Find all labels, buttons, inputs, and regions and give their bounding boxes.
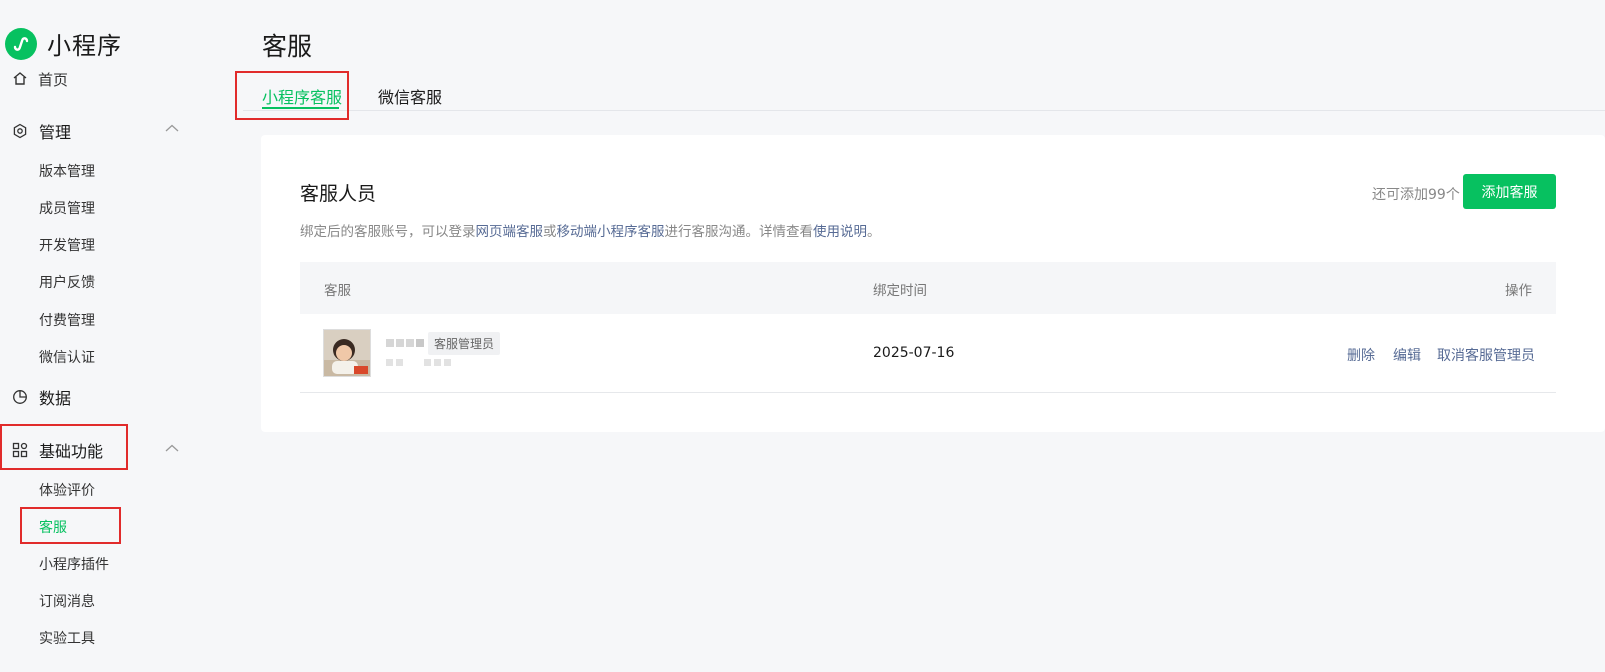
sidebar-group-manage[interactable]: 管理 <box>12 119 71 143</box>
avatar <box>323 329 371 377</box>
desc-text: 进行客服沟通。详情查看 <box>664 224 814 240</box>
bind-time-value: 2025-07-16 <box>873 345 955 361</box>
column-header-bind-time: 绑定时间 <box>873 283 927 299</box>
sidebar-item-members[interactable]: 成员管理 <box>39 198 95 218</box>
agent-id-redacted <box>386 359 451 366</box>
sidebar-item-dev[interactable]: 开发管理 <box>39 235 95 255</box>
mobile-service-link[interactable]: 移动端小程序客服 <box>557 224 665 240</box>
mini-program-logo-icon <box>5 27 37 60</box>
chevron-up-icon[interactable] <box>165 124 179 132</box>
revoke-admin-link[interactable]: 取消客服管理员 <box>1437 345 1535 365</box>
desc-text: 。 <box>867 224 881 240</box>
page-title: 客服 <box>262 32 313 61</box>
app-name: 小程序 <box>47 32 122 60</box>
pie-chart-icon <box>13 390 27 404</box>
section-title: 客服人员 <box>300 183 377 205</box>
settings-hexagon-icon <box>13 123 27 139</box>
web-service-link[interactable]: 网页端客服 <box>476 224 544 240</box>
sidebar-item-customer-service[interactable]: 客服 <box>39 517 67 537</box>
delete-link[interactable]: 删除 <box>1347 345 1375 365</box>
sidebar-item-data[interactable]: 数据 <box>12 385 71 409</box>
sidebar-item-experience[interactable]: 体验评价 <box>39 480 95 500</box>
sidebar-group-basic[interactable]: 基础功能 <box>12 438 103 462</box>
role-badge: 客服管理员 <box>428 332 501 355</box>
home-icon <box>13 72 27 85</box>
sidebar-item-version[interactable]: 版本管理 <box>39 161 95 181</box>
sidebar-item-feedback[interactable]: 用户反馈 <box>39 272 95 292</box>
grid-apps-icon <box>12 442 28 458</box>
sidebar-item-label: 首页 <box>38 71 69 89</box>
remaining-quota: 还可添加99个 <box>1372 187 1460 203</box>
tab-divider <box>243 110 1605 111</box>
sidebar-item-certification[interactable]: 微信认证 <box>39 347 95 367</box>
app-logo[interactable]: 小程序 <box>5 26 122 61</box>
sidebar-item-home[interactable]: 首页 <box>12 68 68 90</box>
section-description: 绑定后的客服账号，可以登录网页端客服或移动端小程序客服进行客服沟通。详情查看使用… <box>300 220 881 240</box>
sidebar-item-payment[interactable]: 付费管理 <box>39 310 95 330</box>
sidebar-item-label: 数据 <box>39 389 72 408</box>
usage-guide-link[interactable]: 使用说明 <box>813 224 867 240</box>
tab-mini-program-service[interactable]: 小程序客服 <box>262 84 342 108</box>
service-staff-card: 客服人员 绑定后的客服账号，可以登录网页端客服或移动端小程序客服进行客服沟通。详… <box>261 135 1605 432</box>
sidebar-item-experiments[interactable]: 实验工具 <box>39 628 95 648</box>
sidebar-item-plugins[interactable]: 小程序插件 <box>39 554 109 574</box>
desc-text: 或 <box>543 224 557 240</box>
column-header-actions: 操作 <box>1505 283 1532 299</box>
agent-name-redacted <box>386 339 424 347</box>
tab-wechat-service[interactable]: 微信客服 <box>378 84 442 108</box>
sidebar: 小程序 首页 管理 版本管理 成员管理 开发管理 用户反馈 付费管理 微信认证 … <box>0 0 200 672</box>
sidebar-item-subscriptions[interactable]: 订阅消息 <box>39 591 95 611</box>
table-row: 客服管理员 2025-07-16 删除 编辑 取消客服管理员 <box>300 314 1556 393</box>
edit-link[interactable]: 编辑 <box>1393 345 1421 365</box>
column-header-agent: 客服 <box>324 283 351 299</box>
chevron-up-icon[interactable] <box>165 444 179 452</box>
table-header: 客服 绑定时间 操作 <box>300 262 1556 314</box>
sidebar-group-label: 基础功能 <box>39 442 104 461</box>
active-tab-indicator <box>262 107 339 109</box>
sidebar-group-label: 管理 <box>39 123 72 142</box>
desc-text: 绑定后的客服账号，可以登录 <box>300 224 476 240</box>
add-service-button[interactable]: 添加客服 <box>1463 174 1556 209</box>
